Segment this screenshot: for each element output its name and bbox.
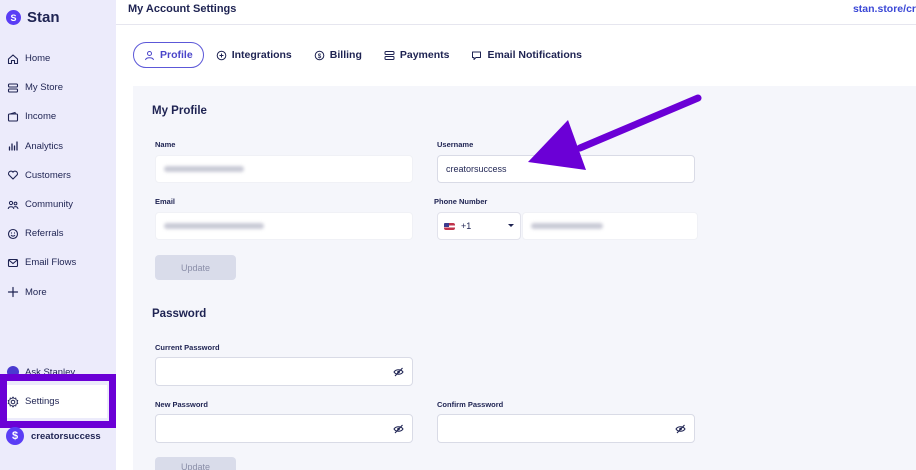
payments-icon	[384, 50, 395, 61]
brand[interactable]: S Stan	[6, 9, 60, 26]
store-link[interactable]: stan.store/cr	[853, 3, 916, 15]
account-menu[interactable]: $ creatorsuccess	[6, 427, 101, 445]
profile-update-button[interactable]: Update	[155, 255, 236, 280]
annotation-arrow	[528, 94, 702, 170]
sidebar-item-label: Settings	[25, 396, 60, 407]
confirm-password-label: Confirm Password	[437, 400, 504, 409]
analytics-icon	[7, 140, 19, 152]
tab-integrations[interactable]: Integrations	[216, 42, 292, 68]
name-field[interactable]	[155, 155, 413, 183]
redacted-email	[164, 223, 264, 229]
redacted-phone	[531, 223, 603, 229]
tab-email-notifications[interactable]: Email Notifications	[471, 42, 582, 68]
chat-icon	[471, 50, 482, 61]
sidebar-item-email-flows[interactable]: Email Flows	[0, 248, 116, 277]
sidebar-item-settings[interactable]: Settings	[7, 385, 107, 418]
brand-name: Stan	[27, 9, 60, 26]
redacted-name	[164, 166, 244, 172]
sidebar-item-customers[interactable]: Customers	[0, 161, 116, 190]
email-label: Email	[155, 197, 176, 206]
referrals-icon	[7, 228, 19, 240]
sidebar-item-label: Email Flows	[25, 257, 77, 269]
phone-field[interactable]	[522, 212, 698, 240]
mail-icon	[7, 257, 19, 269]
sidebar-item-community[interactable]: Community	[0, 190, 116, 219]
sidebar-item-label: Analytics	[25, 140, 64, 152]
chevron-down-icon	[508, 224, 514, 227]
tab-label: Profile	[160, 49, 193, 61]
current-password-field[interactable]	[155, 357, 413, 386]
username-label: Username	[437, 140, 474, 149]
tab-label: Integrations	[231, 49, 292, 61]
sidebar-item-referrals[interactable]: Referrals	[0, 219, 116, 248]
username-value: creatorsuccess	[446, 164, 507, 174]
country-code-select[interactable]: +1	[437, 212, 521, 240]
store-icon	[7, 82, 19, 94]
wallet-icon	[7, 111, 19, 123]
avatar: $	[6, 427, 24, 445]
account-name: creatorsuccess	[31, 430, 101, 442]
billing-icon: $	[314, 50, 325, 61]
tab-label: Email Notifications	[487, 49, 582, 61]
settings-tabs: Profile Integrations $ Billing Payments …	[133, 42, 604, 68]
integrations-icon	[216, 50, 227, 61]
page-title: My Account Settings	[128, 3, 237, 15]
stan-logo-icon: S	[6, 10, 21, 25]
tab-profile[interactable]: Profile	[133, 42, 204, 68]
plus-icon	[7, 286, 19, 298]
sidebar-item-income[interactable]: Income	[0, 102, 116, 131]
sidebar-item-label: Income	[25, 111, 57, 123]
new-password-label: New Password	[155, 400, 208, 409]
sidebar-item-label: Community	[25, 199, 74, 211]
community-icon	[7, 199, 19, 211]
eye-off-icon[interactable]	[675, 423, 686, 434]
sidebar-item-my-store[interactable]: My Store	[0, 73, 116, 102]
password-update-button[interactable]: Update	[155, 457, 236, 470]
heart-icon	[7, 169, 19, 181]
gear-icon	[7, 396, 19, 408]
phone-label: Phone Number	[434, 197, 488, 206]
sidebar-item-label: More	[25, 286, 47, 298]
sidebar-nav: Home My Store Income Analytics Customers…	[0, 44, 116, 307]
home-icon	[7, 53, 19, 65]
password-title: Password	[152, 308, 207, 320]
user-icon	[144, 50, 155, 61]
sidebar-item-home[interactable]: Home	[0, 44, 116, 73]
tab-label: Payments	[399, 49, 450, 61]
sidebar-item-analytics[interactable]: Analytics	[0, 132, 116, 161]
sidebar-item-label: Customers	[25, 169, 71, 181]
page-header: My Account Settings stan.store/cr	[116, 0, 916, 25]
current-password-label: Current Password	[155, 343, 220, 352]
sidebar-item-label: My Store	[25, 82, 64, 94]
country-code-value: +1	[461, 221, 472, 231]
tab-label: Billing	[329, 49, 362, 61]
sidebar-item-more[interactable]: More	[0, 278, 116, 307]
email-field[interactable]	[155, 212, 413, 240]
sidebar-item-label: Home	[25, 53, 51, 65]
tab-payments[interactable]: Payments	[384, 42, 450, 68]
name-label: Name	[155, 140, 176, 149]
new-password-field[interactable]	[155, 414, 413, 443]
tab-billing[interactable]: $ Billing	[314, 42, 362, 68]
eye-off-icon[interactable]	[393, 366, 404, 377]
eye-off-icon[interactable]	[393, 423, 404, 434]
my-profile-title: My Profile	[152, 105, 207, 117]
us-flag-icon	[444, 222, 455, 230]
sidebar-item-label: Referrals	[25, 228, 64, 240]
confirm-password-field[interactable]	[437, 414, 695, 443]
